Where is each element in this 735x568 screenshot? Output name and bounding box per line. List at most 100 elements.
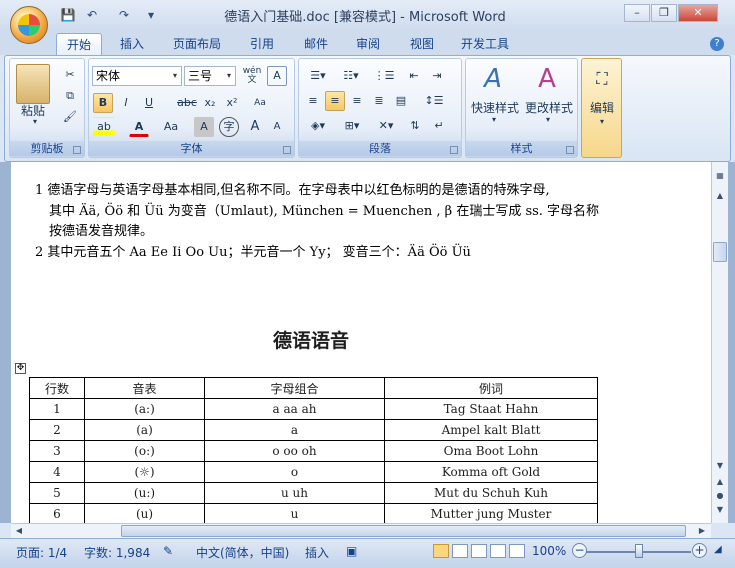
zoom-slider-knob[interactable] [635,544,643,558]
sort-icon[interactable]: ⇅ [405,116,425,136]
restore-button[interactable]: ❐ [651,4,677,22]
format-painter-icon[interactable]: 🖌 [60,107,80,127]
tab-developer[interactable]: 开发工具 [451,33,519,55]
scroll-right-icon[interactable]: ▶ [694,523,710,539]
help-icon[interactable]: ? [710,37,724,51]
word-count-status[interactable]: 字数: 1,984 [84,544,150,561]
zoom-out-icon[interactable]: − [572,543,587,558]
next-page-icon[interactable]: ▼ [712,502,728,518]
grow-font-button[interactable]: A [245,117,265,137]
clear-formatting-button[interactable]: Aa [249,93,271,113]
zoom-level[interactable]: 100% [532,544,566,558]
paragraph-launcher-icon[interactable] [450,146,458,154]
horizontal-scroll-thumb[interactable] [121,525,686,537]
decrease-indent-icon[interactable]: ⇤ [404,66,424,86]
enclose-characters-button[interactable]: 字 [219,117,239,137]
highlight-button[interactable]: ab [93,117,115,137]
undo-icon[interactable]: ↶ [84,7,100,23]
find-binoculars-icon[interactable]: ⛶ [590,65,614,91]
chinese-layout-icon[interactable]: ✕▾ [371,116,401,136]
align-center-icon[interactable]: ≡ [325,91,345,111]
font-size-dropdown-icon[interactable]: ▾ [223,67,235,85]
shrink-font-button[interactable]: A [267,117,287,137]
align-right-icon[interactable]: ≡ [347,91,367,111]
underline-button[interactable]: U [138,93,160,113]
bullets-icon[interactable]: ☰▾ [303,66,333,86]
quick-styles-button[interactable]: 快速样式 [466,99,524,116]
styles-launcher-icon[interactable] [566,146,574,154]
font-launcher-icon[interactable] [283,146,291,154]
insert-mode-status[interactable]: 插入 [305,544,329,561]
character-shading-button[interactable]: A [194,117,214,137]
table-move-handle-icon[interactable]: ✥ [15,363,26,374]
italic-button[interactable]: I [116,93,136,113]
character-border-button[interactable]: A [267,66,287,86]
editing-button[interactable]: 编辑 [582,99,622,116]
minimize-button[interactable]: – [624,4,650,22]
superscript-button[interactable]: x² [222,93,242,113]
font-color-button[interactable]: A [129,117,149,137]
font-size-combo[interactable]: 三号 ▾ [184,66,236,86]
ruler-toggle-icon[interactable]: ▦ [712,168,728,184]
web-layout-view-icon[interactable] [471,544,487,558]
editing-dropdown-icon[interactable]: ▾ [594,117,610,126]
borders-icon[interactable]: ⊞▾ [337,116,367,136]
page-count-status[interactable]: 页面: 1/4 [16,544,67,561]
vertical-scroll-thumb[interactable] [713,242,727,262]
table-cell: 1 [29,398,85,420]
tab-insert[interactable]: 插入 [110,33,154,55]
tab-view[interactable]: 视图 [400,33,444,55]
change-case-button[interactable]: Aa [159,117,183,137]
justify-icon[interactable]: ≣ [369,91,389,111]
bold-button[interactable]: B [93,93,113,113]
copy-icon[interactable]: ⧉ [60,86,80,106]
zoom-in-icon[interactable]: + [692,543,707,558]
change-styles-dropdown-icon[interactable]: ▾ [540,115,556,124]
change-styles-icon[interactable]: A [532,61,562,95]
close-button[interactable]: ✕ [678,4,718,22]
distributed-icon[interactable]: ▤ [391,91,411,111]
horizontal-scrollbar[interactable]: ◀ ▶ [11,523,711,538]
quick-styles-dropdown-icon[interactable]: ▾ [486,115,502,124]
office-button[interactable] [10,6,48,44]
font-name-dropdown-icon[interactable]: ▾ [169,67,181,85]
macro-record-icon[interactable]: ▣ [346,544,357,558]
outline-view-icon[interactable] [490,544,506,558]
tab-references[interactable]: 引用 [240,33,284,55]
full-screen-reading-view-icon[interactable] [452,544,468,558]
cut-icon[interactable]: ✂ [60,65,80,85]
tab-mailings[interactable]: 邮件 [294,33,338,55]
language-status[interactable]: 中文(简体，中国) [196,544,289,561]
vertical-scrollbar[interactable]: ▦ ▲ ▼ ▲ ● ▼ [711,162,728,523]
paste-icon[interactable] [16,64,50,104]
align-left-icon[interactable]: ≡ [303,91,323,111]
quick-styles-icon[interactable]: A [478,61,508,95]
resize-grip-icon[interactable]: ◢ [714,544,722,555]
tab-review[interactable]: 审阅 [346,33,390,55]
tab-page-layout[interactable]: 页面布局 [163,33,231,55]
paste-dropdown-icon[interactable]: ▾ [25,117,45,126]
customize-qat-icon[interactable]: ▾ [143,7,159,23]
redo-icon[interactable]: ↷ [116,7,132,23]
scroll-up-icon[interactable]: ▲ [712,188,728,204]
increase-indent-icon[interactable]: ⇥ [427,66,447,86]
print-layout-view-icon[interactable] [433,544,449,558]
draft-view-icon[interactable] [509,544,525,558]
save-icon[interactable]: 💾 [60,7,76,23]
phonetic-guide-button[interactable]: wén 文 [241,66,263,86]
font-name-combo[interactable]: 宋体 ▾ [92,66,182,86]
clipboard-launcher-icon[interactable] [73,146,81,154]
shading-icon[interactable]: ◈▾ [303,116,333,136]
tab-home[interactable]: 开始 [56,33,103,55]
line-spacing-icon[interactable]: ↕☰ [419,91,449,111]
multilevel-list-icon[interactable]: ⋮☰ [369,66,399,86]
subscript-button[interactable]: x₂ [200,93,220,113]
scroll-left-icon[interactable]: ◀ [11,523,27,539]
strikethrough-button[interactable]: abc [175,93,199,113]
change-styles-button[interactable]: 更改样式 [520,99,578,116]
scroll-down-icon[interactable]: ▼ [712,458,728,474]
show-marks-icon[interactable]: ↵ [429,116,449,136]
document-page[interactable]: 1 德语字母与英语字母基本相同,但名称不同。在字母表中以红色标明的是德语的特殊字… [11,162,711,523]
proofing-icon[interactable]: ✎ [163,544,173,558]
numbering-icon[interactable]: ☷▾ [336,66,366,86]
